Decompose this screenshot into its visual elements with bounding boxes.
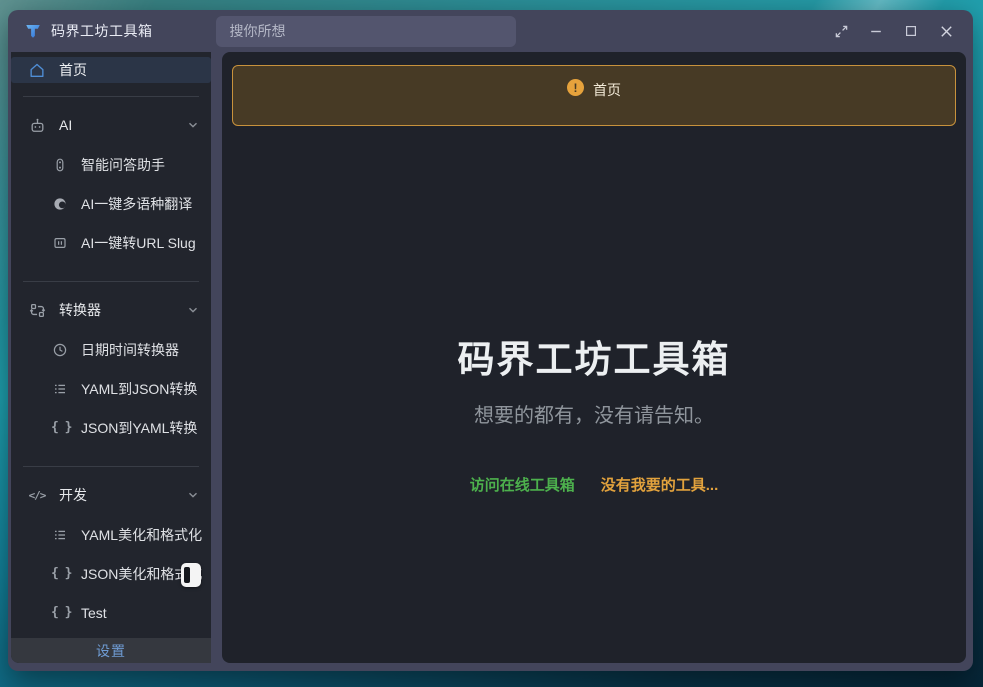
titlebar: 码界工坊工具箱 [8, 10, 973, 52]
list-icon [51, 380, 69, 398]
search-input[interactable] [216, 16, 516, 47]
panel-toggle-widget[interactable] [181, 563, 201, 587]
close-icon[interactable] [933, 18, 959, 44]
sidebar-item-datetime-converter[interactable]: 日期时间转换器 [11, 330, 211, 369]
hero-title: 码界工坊工具箱 [458, 329, 731, 383]
banner-label: 首页 [593, 80, 621, 100]
transform-icon [28, 301, 46, 319]
sidebar-section-ai: AI 智能问答助手 [11, 105, 211, 268]
sidebar-item-label: YAML到JSON转换 [81, 379, 197, 399]
app-title: 码界工坊工具箱 [51, 21, 153, 41]
braces-icon: { } [51, 420, 69, 435]
sidebar-item-label: 智能问答助手 [81, 155, 165, 175]
clock-icon [51, 341, 69, 359]
sidebar-item-label: 日期时间转换器 [81, 340, 179, 360]
chevron-down-icon [187, 489, 199, 501]
list-icon [51, 526, 69, 544]
settings-label: 设置 [96, 641, 126, 661]
missing-tool-link[interactable]: 没有我要的工具... [601, 474, 719, 495]
settings-button[interactable]: 设置 [11, 638, 211, 663]
section-label: AI [59, 117, 72, 133]
sidebar-item-label: YAML美化和格式化 [81, 525, 202, 545]
sidebar-section-converters: 转换器 日期时间转换器 [11, 290, 211, 453]
hero-links: 访问在线工具箱 没有我要的工具... [470, 474, 719, 495]
sidebar-section-dev: </> 开发 [11, 475, 211, 638]
warning-icon: ! [567, 79, 584, 96]
braces-icon: { } [51, 566, 69, 581]
sidebar-item-yaml-to-json[interactable]: YAML到JSON转换 [11, 369, 211, 408]
sidebar-item-url-slug[interactable]: AI一键转URL Slug [11, 223, 211, 262]
sidebar-item-label: JSON到YAML转换 [81, 418, 197, 438]
section-header-converters[interactable]: 转换器 [11, 290, 211, 330]
hero: 码界工坊工具箱 想要的都有，没有请告知。 访问在线工具箱 没有我要的工具... [222, 329, 966, 495]
sidebar-item-qa-assistant[interactable]: 智能问答助手 [11, 145, 211, 184]
code-icon: </> [28, 489, 46, 502]
app-window: 码界工坊工具箱 [8, 10, 973, 671]
sidebar-item-label: AI一键转URL Slug [81, 233, 196, 253]
sidebar-item-label: 首页 [59, 60, 87, 80]
contrast-icon [51, 195, 69, 213]
section-label: 转换器 [59, 300, 101, 320]
hero-subtitle: 想要的都有，没有请告知。 [474, 399, 714, 428]
braces-icon: { } [51, 605, 69, 620]
sidebar: 首页 AI [11, 52, 211, 663]
divider [23, 281, 199, 282]
window-controls [828, 18, 959, 44]
section-label: 开发 [59, 485, 87, 505]
sidebar-item-json-to-yaml[interactable]: { } JSON到YAML转换 [11, 408, 211, 447]
maximize-icon[interactable] [898, 18, 924, 44]
main-content: ! 首页 码界工坊工具箱 想要的都有，没有请告知。 访问在线工具箱 没有我要的工… [222, 52, 966, 663]
slug-icon [51, 234, 69, 252]
sidebar-item-ai-translate[interactable]: AI一键多语种翻译 [11, 184, 211, 223]
divider [23, 96, 199, 97]
divider [23, 466, 199, 467]
expand-icon[interactable] [828, 18, 854, 44]
sidebar-item-yaml-beautify[interactable]: YAML美化和格式化 [11, 515, 211, 554]
app-logo-icon [24, 22, 42, 40]
chevron-down-icon [187, 304, 199, 316]
online-toolbox-link[interactable]: 访问在线工具箱 [470, 474, 575, 495]
warning-banner[interactable]: ! 首页 [232, 65, 956, 126]
chevron-down-icon [187, 119, 199, 131]
sidebar-item-home[interactable]: 首页 [11, 57, 211, 83]
section-header-dev[interactable]: </> 开发 [11, 475, 211, 515]
section-header-ai[interactable]: AI [11, 105, 211, 145]
sidebar-item-label: AI一键多语种翻译 [81, 194, 192, 214]
sidebar-item-label: Test [81, 605, 107, 621]
robot-icon [28, 116, 46, 134]
sidebar-item-test[interactable]: { } Test [11, 593, 211, 632]
capsule-icon [51, 156, 69, 174]
minimize-icon[interactable] [863, 18, 889, 44]
home-icon [28, 61, 46, 79]
